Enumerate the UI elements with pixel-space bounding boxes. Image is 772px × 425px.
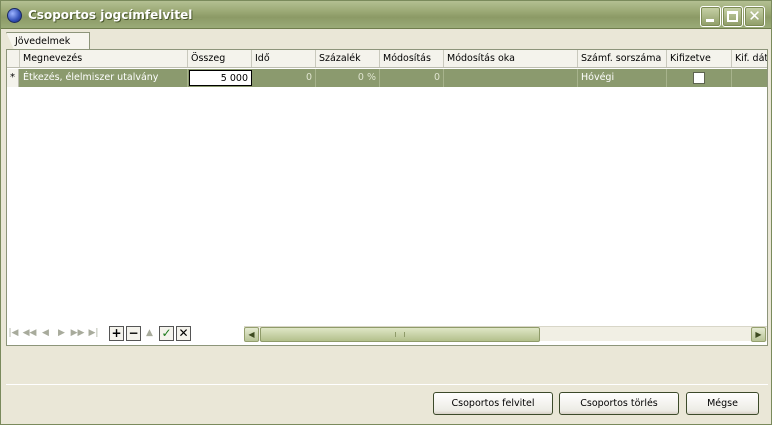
column-header-szamf-sorszama[interactable]: Számf. sorszáma [578,50,667,67]
footer-divider [6,384,768,385]
maximize-icon [727,11,738,22]
scrollbar-thumb[interactable] [260,327,540,342]
cell-modositas[interactable]: 0 [380,69,444,87]
group-delete-button[interactable]: Csoportos törlés [559,392,679,415]
row-indicator: * [7,69,19,87]
cell-megnevezes[interactable]: Étkezés, élelmiszer utalvány [20,69,188,87]
last-record-icon[interactable]: ▶| [86,326,101,341]
maximize-button[interactable] [722,6,743,27]
window-title: Csoportos jogcímfelvitel [28,8,193,22]
tab-jovedelmek[interactable]: Jövedelmek [6,32,90,50]
column-header-kifizetve[interactable]: Kifizetve [667,50,732,67]
table-row[interactable]: Étkezés, élelmiszer utalvány 5 000 0 0 %… [7,69,767,87]
column-header-modositas[interactable]: Módosítás [380,50,444,67]
grid-navigator: |◀ ◀◀ ◀ ▶ ▶▶ ▶| + − ▲ ✓ ✕ [6,325,244,342]
column-header-osszeg[interactable]: Összeg [188,50,252,67]
next-record-icon[interactable]: ▶ [54,326,69,341]
kifizetve-checkbox[interactable] [693,72,705,84]
scroll-left-icon[interactable]: ◀ [244,327,259,342]
app-icon [7,8,22,23]
minimize-icon [706,19,714,22]
edit-record-icon[interactable]: ▲ [142,326,157,341]
horizontal-scrollbar[interactable]: ◀ ▶ [244,326,767,342]
column-header-modositas-oka[interactable]: Módosítás oka [444,50,578,67]
minimize-button[interactable] [700,6,721,27]
cell-szazalek[interactable]: 0 % [316,69,380,87]
post-edit-icon[interactable]: ✓ [159,326,174,341]
column-header-megnevezes[interactable]: Megnevezés [20,50,188,67]
dialog-window: Csoportos jogcímfelvitel ✕ Jövedelmek Me… [0,0,772,425]
cell-osszeg-editor[interactable]: 5 000 [189,70,252,86]
cell-kif-datum[interactable] [732,69,767,87]
first-record-icon[interactable]: |◀ [6,326,21,341]
grid-panel: Megnevezés Összeg Idő Százalék Módosítás… [6,49,768,346]
column-header-ido[interactable]: Idő [252,50,316,67]
close-icon: ✕ [748,7,761,25]
group-add-button[interactable]: Csoportos felvitel [433,392,553,415]
delete-record-icon[interactable]: − [126,326,141,341]
cancel-button[interactable]: Mégse [686,392,759,415]
scroll-right-icon[interactable]: ▶ [751,327,766,342]
row-indicator-header [7,50,20,67]
prior-record-icon[interactable]: ◀ [38,326,53,341]
grid-header: Megnevezés Összeg Idő Százalék Módosítás… [7,50,767,68]
column-header-szazalek[interactable]: Százalék [316,50,380,67]
cancel-edit-icon[interactable]: ✕ [176,326,191,341]
cell-modositas-oka[interactable] [444,69,578,87]
prior-page-icon[interactable]: ◀◀ [22,326,37,341]
title-bar[interactable]: Csoportos jogcímfelvitel ✕ [1,1,771,29]
insert-record-icon[interactable]: + [109,326,124,341]
cell-kifizetve[interactable] [667,69,732,87]
close-button[interactable]: ✕ [744,6,765,27]
column-header-kif-datum[interactable]: Kif. dát [732,50,767,67]
next-page-icon[interactable]: ▶▶ [70,326,85,341]
cell-ido[interactable]: 0 [252,69,316,87]
cell-szamf-sorszama[interactable]: Hóvégi [578,69,667,87]
